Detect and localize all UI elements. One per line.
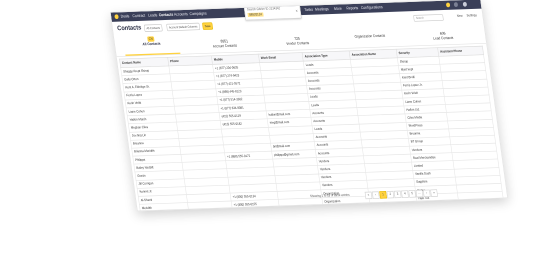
card-account-contacts[interactable]: 8951 Account Contacts — [190, 33, 258, 53]
search-input[interactable]: Search — [413, 14, 444, 22]
notification-bell-icon[interactable] — [445, 2, 451, 8]
lead-icon — [438, 26, 445, 32]
card-lead-contacts[interactable]: 606 Lead Contacts — [409, 25, 477, 45]
card-organization-contacts[interactable]: Organization Contacts — [336, 27, 404, 47]
help-icon[interactable] — [453, 2, 459, 8]
stage: Deals Contract Leads Contacts Accounts C… — [0, 0, 556, 262]
nav-item-tasks[interactable]: Tasks — [304, 8, 313, 12]
header-actions: New Settings — [453, 14, 477, 19]
pagination-info: Showing 1 to 18 of 8959 entries — [309, 193, 350, 199]
nav-item-reports[interactable]: Reports — [346, 6, 358, 10]
settings-button[interactable]: Settings — [466, 14, 477, 18]
new-button[interactable]: New — [457, 14, 463, 18]
page-title: Contacts — [116, 24, 142, 33]
contacts-table: Contact Name Phone Mobile Work Email Associa… — [119, 46, 504, 212]
nav-item-accounts[interactable]: Accounts — [174, 13, 188, 17]
card-vendor-contacts[interactable]: 725 Vendor Contacts — [263, 30, 331, 50]
nav-item-meetings[interactable]: Meetings — [315, 8, 329, 12]
view-filter-select[interactable]: All Contacts — [143, 24, 163, 32]
vendor-icon — [293, 31, 300, 37]
columns-filter-select[interactable]: Account Default Columns — [166, 22, 201, 32]
nav-item-deals[interactable]: Deals — [121, 15, 130, 19]
card-label: All Contacts — [142, 42, 161, 47]
card-label: Organization Contacts — [354, 34, 386, 40]
contacts-icon: CN — [147, 36, 155, 42]
nav-item-more[interactable]: More — [334, 7, 342, 11]
nav-item-leads[interactable]: Leads — [148, 14, 158, 18]
nav-item-configurations[interactable]: Configurations — [361, 6, 383, 11]
nav-item-contacts[interactable]: Contacts — [159, 13, 174, 17]
close-icon[interactable]: ✕ — [295, 9, 298, 13]
url-popup-title: Search Gdrive ID 2234342 — [246, 6, 281, 12]
user-avatar[interactable] — [462, 1, 468, 7]
crm-window: Deals Contract Leads Contacts Accounts C… — [110, 0, 508, 212]
pagination-button[interactable]: » — [430, 189, 438, 197]
nav-item-campaigns[interactable]: Campaigns — [189, 12, 207, 17]
card-all-contacts[interactable]: CN All Contacts — [117, 35, 185, 55]
app-logo-icon — [114, 14, 119, 20]
save-button[interactable]: Save — [202, 22, 214, 30]
organization-icon — [366, 29, 373, 35]
account-icon — [220, 34, 227, 40]
nav-item-contract[interactable]: Contract — [132, 14, 145, 18]
